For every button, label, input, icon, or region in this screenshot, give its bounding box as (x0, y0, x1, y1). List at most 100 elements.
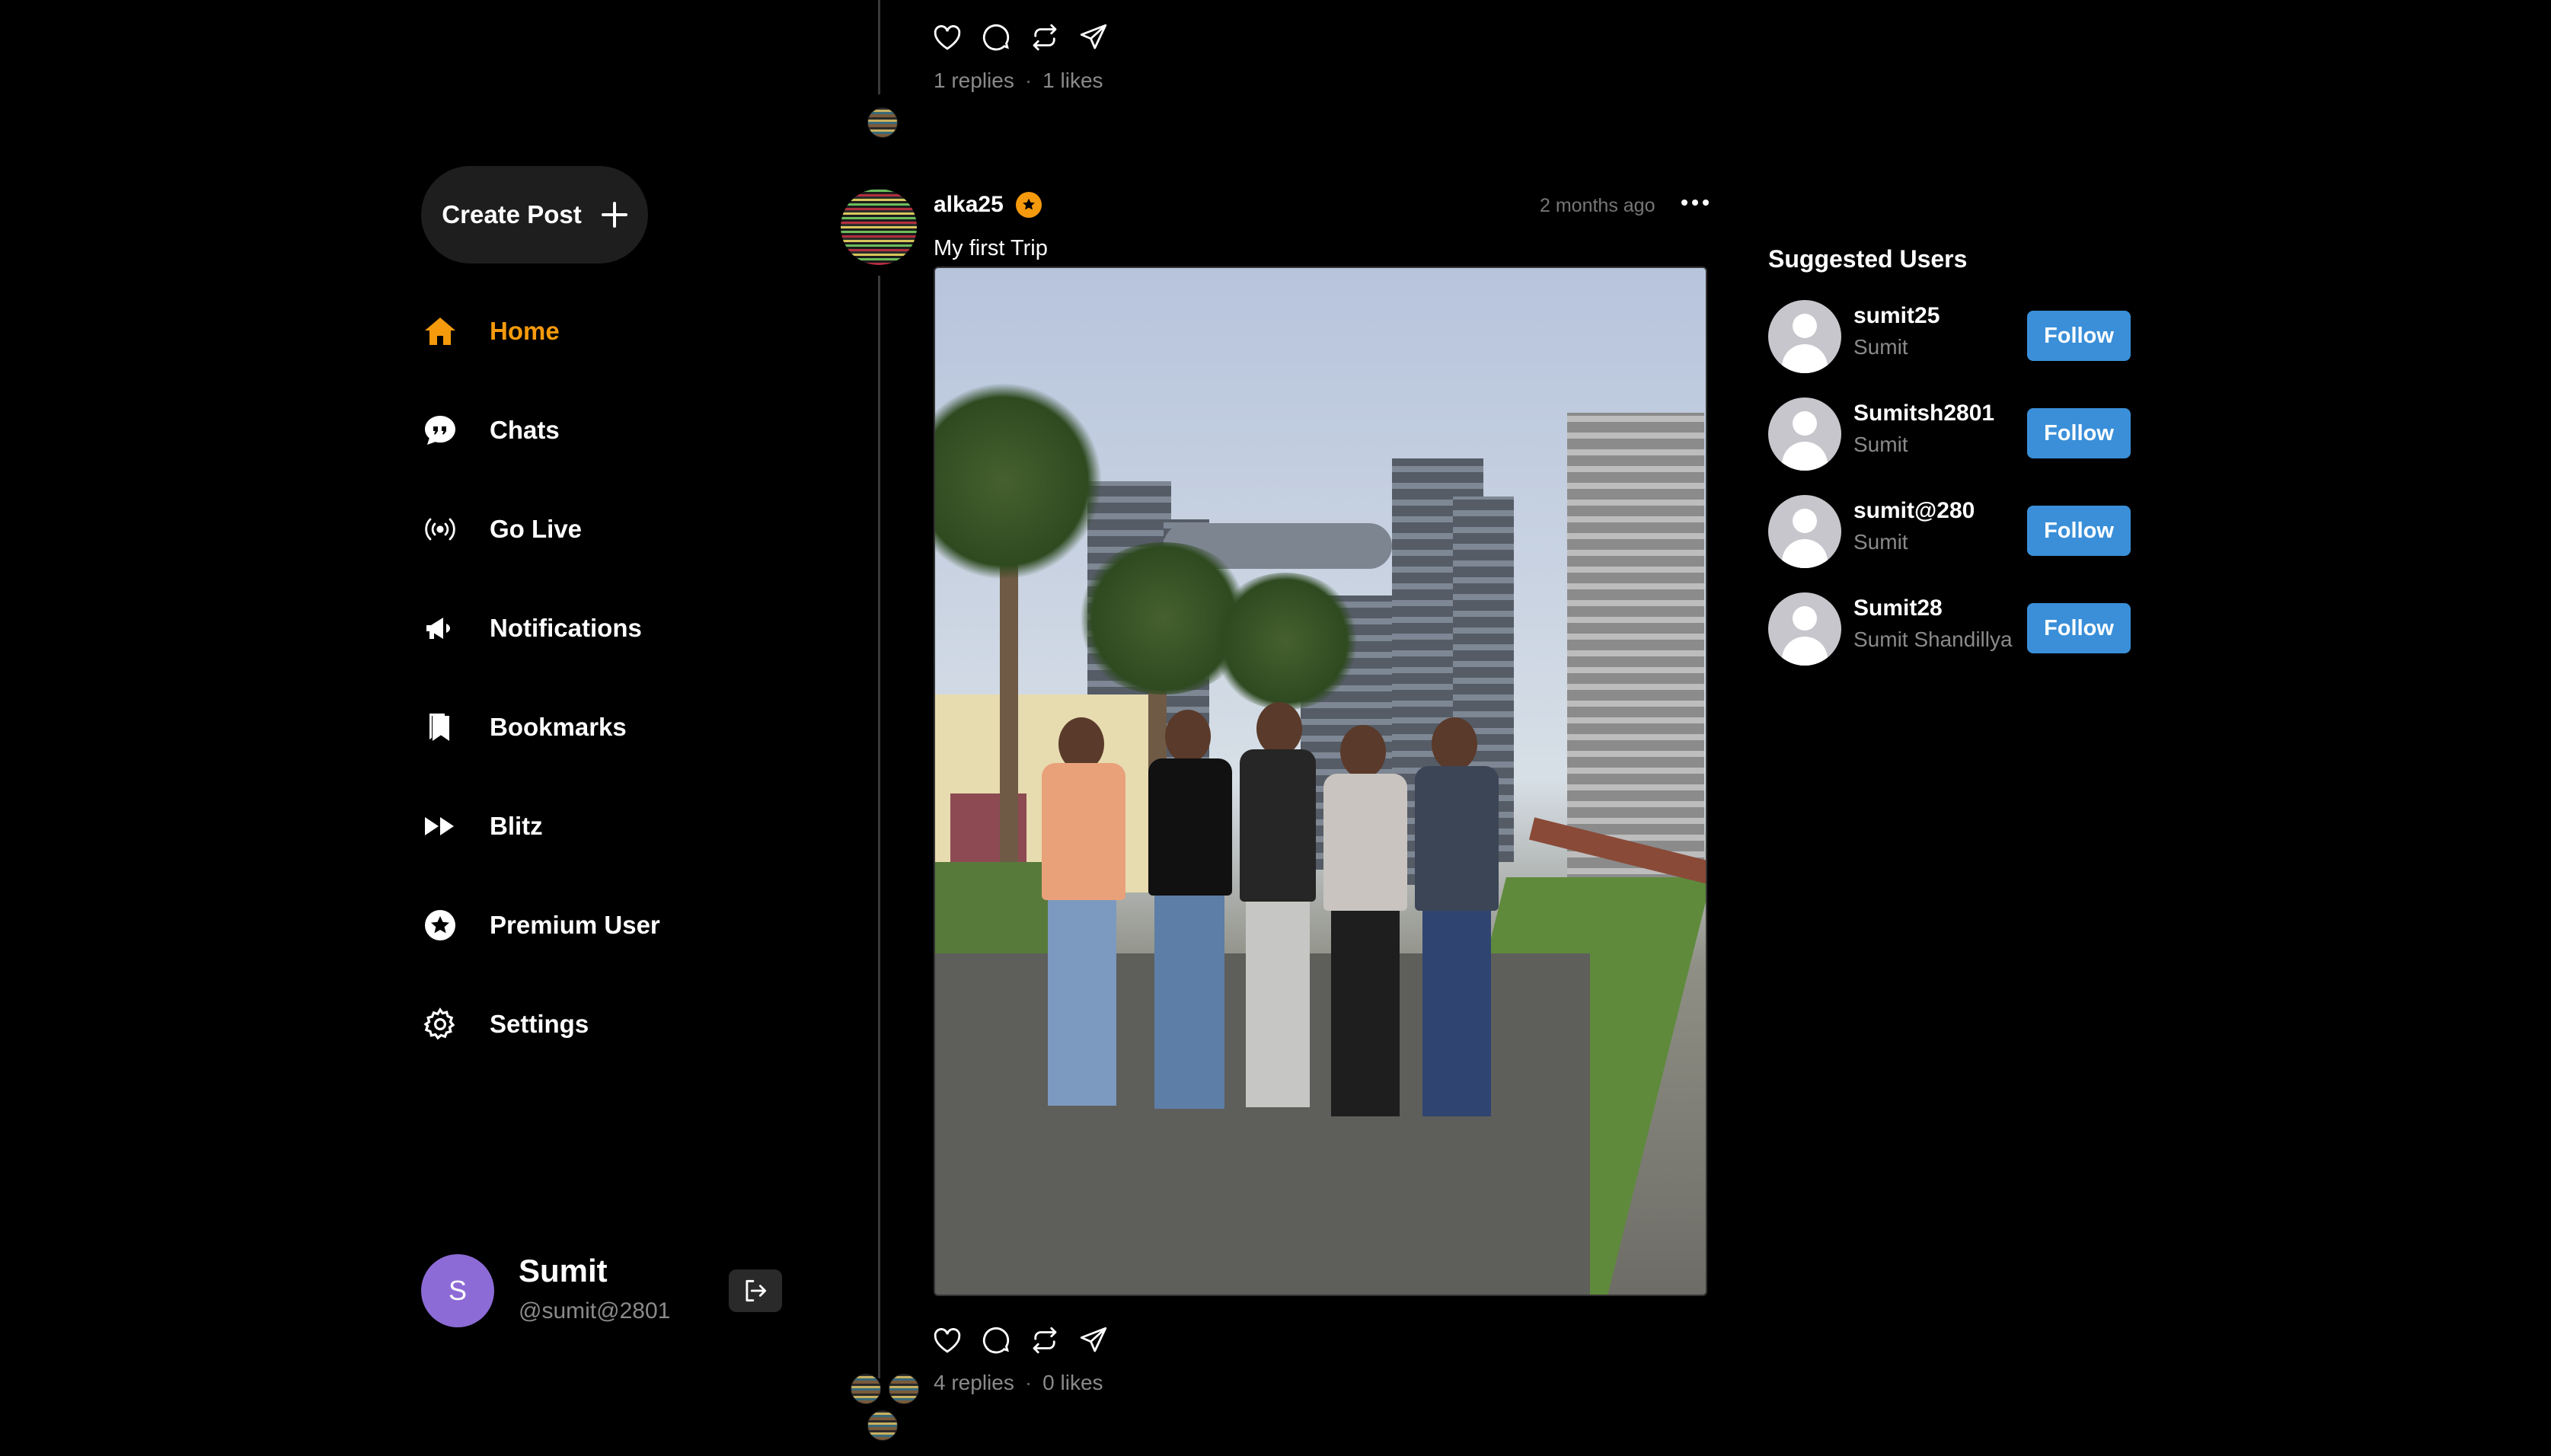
nav-item-bookmarks[interactable]: Bookmarks (421, 701, 771, 754)
nav-item-notifications[interactable]: Notifications (421, 602, 771, 655)
create-post-label: Create Post (442, 200, 582, 228)
post-username[interactable]: alka25 (934, 192, 1004, 218)
gear-icon (421, 1005, 459, 1043)
nav-label-go-live: Go Live (490, 515, 583, 543)
nav-item-chats[interactable]: Chats (421, 404, 771, 457)
nav-item-premium-user[interactable]: Premium User (421, 899, 771, 952)
follow-button[interactable]: Follow (2027, 311, 2131, 361)
nav-label-bookmarks: Bookmarks (490, 713, 627, 741)
reply-avatar[interactable] (889, 1374, 919, 1404)
post-stats: 1 replies · 1 likes (934, 69, 1103, 93)
nav-label-home: Home (490, 317, 560, 345)
suggested-display-name: Sumit (1853, 335, 1908, 359)
avatar[interactable]: S (421, 1254, 494, 1327)
bookmark-icon (421, 708, 459, 746)
reply-button[interactable] (979, 1323, 1013, 1357)
replies-count[interactable]: 1 replies (934, 69, 1014, 93)
suggested-display-name: Sumit Shandillya (1853, 627, 2013, 651)
suggested-username[interactable]: sumit25 (1853, 303, 1940, 329)
broadcast-icon (421, 510, 459, 548)
send-icon (1080, 1327, 1107, 1352)
suggested-username[interactable]: sumit@280 (1853, 498, 1975, 524)
thread-line (878, 0, 880, 94)
suggested-display-name: Sumit (1853, 433, 1908, 456)
more-options-button[interactable] (1681, 200, 1709, 210)
left-sidebar: Create Post Home Chats Go Live Notificat… (421, 0, 802, 1456)
heart-icon (934, 25, 961, 50)
replies-count[interactable]: 4 replies (934, 1371, 1014, 1395)
share-button[interactable] (1077, 21, 1110, 54)
post-stats: 4 replies · 0 likes (934, 1371, 1103, 1395)
repost-button[interactable] (1028, 21, 1062, 54)
thread-line (878, 276, 880, 1378)
reply-avatar[interactable] (851, 1374, 881, 1404)
premium-badge-icon (1016, 192, 1042, 218)
nav-label-settings: Settings (490, 1010, 589, 1038)
like-button[interactable] (931, 21, 964, 54)
logout-button[interactable] (729, 1269, 782, 1312)
fast-forward-icon (421, 807, 459, 845)
repost-icon (1033, 24, 1057, 51)
chat-icon (421, 411, 459, 449)
user-display-name: Sumit (519, 1253, 608, 1288)
suggested-user: sumit@280 Sumit Follow (1768, 495, 2134, 568)
post-author-avatar[interactable] (841, 189, 917, 265)
post-text: My first Trip (934, 236, 1048, 260)
send-icon (1080, 24, 1107, 49)
plus-icon (601, 202, 627, 228)
user-handle: @sumit@2801 (519, 1298, 671, 1323)
nav-item-go-live[interactable]: Go Live (421, 503, 771, 556)
nav-item-settings[interactable]: Settings (421, 998, 771, 1051)
like-button[interactable] (931, 1323, 964, 1357)
megaphone-icon (421, 609, 459, 647)
repost-icon (1033, 1327, 1057, 1354)
comment-icon (982, 1327, 1010, 1354)
current-user: S Sumit @sumit@2801 (421, 1253, 787, 1329)
nav-label-notifications: Notifications (490, 614, 642, 642)
nav-label-chats: Chats (490, 416, 560, 444)
post-image[interactable] (934, 267, 1707, 1296)
reply-button[interactable] (979, 21, 1013, 54)
suggested-user: Sumitsh2801 Sumit Follow (1768, 398, 2134, 471)
nav-item-blitz[interactable]: Blitz (421, 800, 771, 853)
suggested-username[interactable]: Sumit28 (1853, 595, 1943, 621)
follow-button[interactable]: Follow (2027, 603, 2131, 653)
star-badge-icon (421, 906, 459, 944)
nav-label-premium-user: Premium User (490, 911, 660, 939)
follow-button[interactable]: Follow (2027, 408, 2131, 458)
likes-count: 1 likes (1042, 69, 1103, 92)
suggested-user: Sumit28 Sumit Shandillya Follow (1768, 592, 2134, 666)
create-post-button[interactable]: Create Post (421, 166, 648, 263)
post-actions (931, 1323, 1110, 1357)
post-actions (931, 21, 1110, 54)
home-icon (421, 312, 459, 350)
follow-button[interactable]: Follow (2027, 506, 2131, 556)
suggested-users-title: Suggested Users (1768, 245, 1968, 273)
avatar[interactable] (1768, 398, 1841, 471)
nav-label-blitz: Blitz (490, 812, 543, 840)
avatar[interactable] (1768, 300, 1841, 373)
dot-icon (1681, 200, 1687, 206)
building (1567, 413, 1704, 885)
suggested-display-name: Sumit (1853, 530, 1908, 554)
palm-fronds (935, 382, 1103, 580)
separator-dot: · (1024, 1371, 1033, 1394)
dot-icon (1692, 200, 1698, 206)
heart-icon (934, 1328, 961, 1353)
separator-dot: · (1024, 69, 1033, 92)
avatar[interactable] (1768, 592, 1841, 666)
logout-icon (746, 1279, 767, 1302)
comment-icon (982, 24, 1010, 51)
suggested-user: sumit25 Sumit Follow (1768, 300, 2134, 373)
nav-item-home[interactable]: Home (421, 305, 771, 358)
suggested-username[interactable]: Sumitsh2801 (1853, 401, 1994, 426)
repost-button[interactable] (1028, 1323, 1062, 1357)
palm-fronds (1209, 573, 1362, 710)
reply-avatar[interactable] (867, 1410, 898, 1441)
hedge (935, 862, 1057, 953)
reply-avatar[interactable] (867, 107, 898, 138)
avatar[interactable] (1768, 495, 1841, 568)
post-timestamp: 2 months ago (1540, 195, 1655, 216)
likes-count: 0 likes (1042, 1371, 1103, 1394)
share-button[interactable] (1077, 1323, 1110, 1357)
